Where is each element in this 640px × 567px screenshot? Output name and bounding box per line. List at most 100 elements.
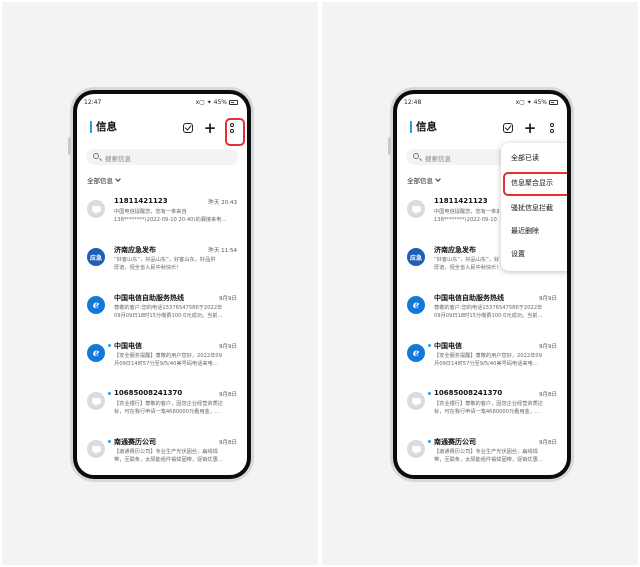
app-header: 信息 +	[397, 116, 567, 140]
volume-button	[388, 137, 391, 155]
avatar	[87, 392, 105, 410]
message-preview: 【安全服务提醒】尊敬的用户您好，2022年09 月09日14时57分至9/5/40…	[114, 352, 237, 368]
mark-read-button[interactable]	[181, 121, 195, 135]
avatar: ℯ	[407, 344, 425, 362]
more-dot-icon	[550, 129, 554, 133]
menu-item-settings[interactable]: 设置	[511, 249, 525, 259]
message-time: 9月8日	[219, 392, 237, 398]
menu-item-mark-all-read[interactable]: 全部已读	[511, 153, 539, 163]
status-icon-text: ⅹ▢ ✦ 45%	[195, 99, 227, 106]
plus-icon: +	[203, 119, 217, 137]
list-item[interactable]: 10685008241370 9月8日 【农业银行】尊敬的客户，因您企业经营资质…	[397, 383, 567, 431]
battery-icon	[229, 100, 238, 105]
list-item[interactable]: 应急 济南应急发布 昨天 11:54 “好客山东”，好品山东”，好客山东，好品供…	[77, 239, 247, 287]
filter-dropdown[interactable]: 全部信息	[407, 175, 441, 185]
filter-dropdown[interactable]: 全部信息	[87, 175, 121, 185]
list-item[interactable]: 11811421123 昨天 20:43 中国电信提醒您，您有一条来自 138**…	[77, 191, 247, 239]
status-icon-text: ⅹ▢ ✦ 45%	[515, 99, 547, 106]
right-panel: 12:48 ⅹ▢ ✦ 45% 信息 + 搜索信息 全部信息 1181142112…	[322, 2, 638, 565]
list-item[interactable]: ℯ 中国电信自助服务热线 9月9日 尊敬的客户:您的电话15376547586于…	[77, 287, 247, 335]
unread-dot	[428, 392, 431, 395]
page-title: 信息	[410, 121, 437, 133]
page-title: 信息	[90, 121, 117, 133]
search-placeholder: 搜索信息	[425, 155, 451, 163]
list-item[interactable]: 10685008241370 9月8日 【农业银行】尊敬的客户，因您企业经营资质…	[77, 383, 247, 431]
battery-icon	[549, 100, 558, 105]
preview-line: 标，可在我行申请一笔4680000元看用金，…	[434, 409, 541, 415]
search-icon	[93, 153, 99, 159]
search-icon	[413, 153, 419, 159]
avatar: ℯ	[87, 344, 105, 362]
more-dot-icon	[550, 123, 554, 127]
menu-item-recently-deleted[interactable]: 最近删除	[511, 226, 539, 236]
checkbox-icon	[183, 123, 193, 133]
left-panel: 12:47 ⅹ▢ ✦ 45% 信息 + 搜索信息 全部信息 1181142112…	[2, 2, 318, 565]
message-time: 9月9日	[219, 296, 237, 302]
avatar	[407, 200, 425, 218]
message-preview: “好客山东”，好品山东”，好客山东，好品供厚道，祝全省人民中秋快乐！	[114, 256, 237, 272]
mark-read-button[interactable]	[501, 121, 515, 135]
new-message-button[interactable]: +	[203, 119, 217, 137]
search-input[interactable]: 搜索信息	[86, 149, 238, 165]
app-header: 信息 +	[77, 116, 247, 140]
message-preview: 【南通赛历公司】专业生产光伏固丝，扁线焊 带，互联条，太阳能组件锻焊固带，促销优惠…	[434, 448, 557, 464]
phone-left: 12:47 ⅹ▢ ✦ 45% 信息 + 搜索信息 全部信息 1181142112…	[68, 87, 254, 482]
message-time: 9月8日	[219, 440, 237, 446]
unread-dot	[108, 392, 111, 395]
preview-line: 138********(2022-09-10 20:40)的漏接来…	[434, 217, 499, 223]
highlight-box	[503, 172, 567, 196]
status-bar: 12:47 ⅹ▢ ✦ 45%	[77, 94, 247, 108]
sender-name: 中国电信	[434, 342, 462, 350]
preview-line: 【南通赛历公司】专业生产光伏固丝，扁线焊	[434, 449, 538, 455]
sender-name: 南通赛历公司	[434, 438, 476, 446]
preview-line: 【安全服务提醒】尊敬的用户您好，2022年09	[114, 353, 222, 359]
sender-name: 济南应急发布	[434, 246, 476, 254]
preview-line: 【农业银行】尊敬的客户，因您企业经营资质达	[434, 401, 543, 407]
plus-icon: +	[523, 119, 537, 137]
list-item[interactable]: ℯ 中国电信 9月9日 【安全服务提醒】尊敬的用户您好，2022年09 月09日1…	[397, 335, 567, 383]
sender-name: 10685008241370	[114, 389, 183, 397]
preview-line: 月09日14时57分至9/5/40美号码电话来电…	[434, 361, 538, 367]
preview-line: 09月09日18时15分缴费100.0元成功。当前…	[114, 313, 223, 319]
list-item[interactable]: 南通赛历公司 9月8日 【南通赛历公司】专业生产光伏固丝，扁线焊 带，互联条，太阳…	[77, 431, 247, 475]
preview-line: 中国电信提醒您，您有一条来自	[434, 209, 499, 215]
message-preview: 中国电信提醒您，您有一条来自 138********(2022-09-10 20:…	[434, 208, 499, 224]
preview-line: 138********(2022-09-10 20:40)的漏接来电…	[114, 217, 227, 223]
list-item[interactable]: ℯ 中国电信自助服务热线 9月9日 尊敬的客户:您的电话15376547586于…	[397, 287, 567, 335]
status-icons: ⅹ▢ ✦ 45%	[516, 99, 558, 106]
sender-name: 中国电信自助服务热线	[114, 294, 184, 302]
chevron-down-icon	[115, 176, 121, 182]
menu-item-spam-block[interactable]: 骚扰信息拦截	[511, 203, 553, 213]
message-preview: 【安全服务提醒】尊敬的用户您好，2022年09 月09日14时57分至9/5/40…	[434, 352, 557, 368]
telecom-logo-icon: ℯ	[92, 347, 100, 359]
list-item[interactable]: ℯ 中国电信 9月9日 【安全服务提醒】尊敬的用户您好，2022年09 月09日1…	[77, 335, 247, 383]
message-preview: 【农业银行】尊敬的客户，因您企业经营资质达 标，可在我行申请一笔4680000元看…	[434, 400, 557, 416]
preview-line: 中国电信提醒您，您有一条来自	[114, 209, 187, 215]
search-placeholder: 搜索信息	[105, 155, 131, 163]
telecom-logo-icon: ℯ	[92, 299, 100, 311]
chevron-down-icon	[435, 176, 441, 182]
message-time: 9月8日	[539, 440, 557, 446]
preview-line: 带，互联条，太阳能组件锻焊固带，促销优惠…	[434, 457, 543, 463]
message-preview: 尊敬的客户:您的电话15376547586于2022年 09月09日18时15分缴…	[114, 304, 237, 320]
unread-dot	[108, 344, 111, 347]
checkbox-icon	[503, 123, 513, 133]
message-bubble-icon	[411, 446, 421, 454]
unread-dot	[428, 344, 431, 347]
volume-button	[68, 137, 71, 155]
preview-line: 标，可在我行申请一笔4680000元看用金，…	[114, 409, 221, 415]
preview-line: 【安全服务提醒】尊敬的用户您好，2022年09	[434, 353, 542, 359]
message-preview: 【农业银行】尊敬的客户，因您企业经营资质达 标，可在我行申请一笔4680000元看…	[114, 400, 237, 416]
preview-line: 尊敬的客户:您的电话15376547586于2022年	[434, 305, 543, 311]
new-message-button[interactable]: +	[523, 119, 537, 137]
more-options-button[interactable]	[545, 121, 559, 135]
avatar	[87, 200, 105, 218]
filter-label: 全部信息	[407, 177, 433, 185]
status-time: 12:47	[84, 99, 102, 106]
highlight-box	[225, 118, 245, 146]
avatar: 应急	[87, 248, 105, 266]
phone-right: 12:48 ⅹ▢ ✦ 45% 信息 + 搜索信息 全部信息 1181142112…	[388, 87, 574, 482]
list-item[interactable]: 南通赛历公司 9月8日 【南通赛历公司】专业生产光伏固丝，扁线焊 带，互联条，太阳…	[397, 431, 567, 475]
message-preview: 【南通赛历公司】专业生产光伏固丝，扁线焊 带，互联条，太阳能组件锻焊固带，促销优惠…	[114, 448, 237, 464]
preview-line: 月09日14时57分至9/5/40美号码电话来电…	[114, 361, 218, 367]
